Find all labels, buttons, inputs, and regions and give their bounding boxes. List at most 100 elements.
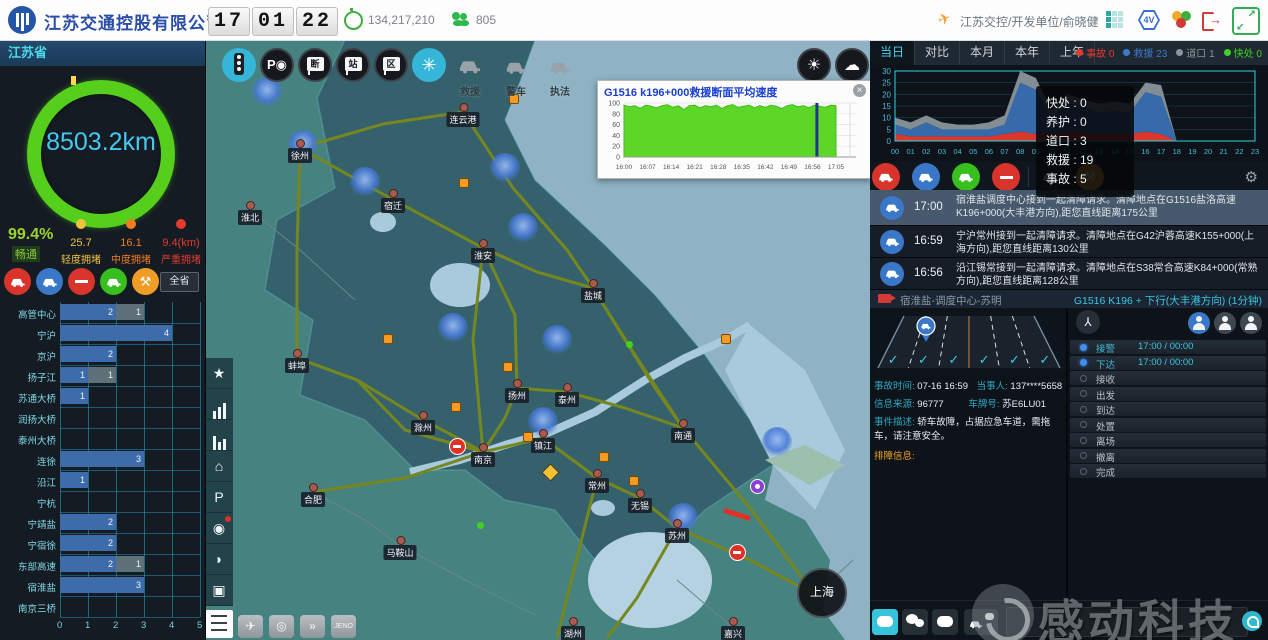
warning-event-icon[interactable] [459, 178, 469, 188]
camera-event-icon[interactable] [750, 479, 765, 494]
popup-close-icon[interactable]: × [853, 84, 866, 97]
legend-item[interactable]: 事故 0 [1076, 45, 1114, 60]
closure-event-icon[interactable] [449, 438, 466, 455]
traffic-light-tool-icon[interactable] [222, 48, 256, 82]
message-icon[interactable]: ✈ [935, 8, 953, 29]
parking-camera-tool-icon[interactable]: P◉ [260, 48, 294, 82]
enforcement-vehicle-icon[interactable]: 执法 [545, 56, 575, 98]
table-row[interactable]: 泰州大桥 [0, 428, 205, 449]
legend-item[interactable]: 救援 23 [1123, 45, 1167, 60]
cluster-icon[interactable] [508, 213, 538, 243]
user-breadcrumb[interactable]: 江苏交控/开发单位/俞晓健 [960, 13, 1099, 30]
table-row[interactable]: 宿淮盐3 [0, 575, 205, 596]
cluster-icon[interactable] [490, 153, 520, 183]
city-marker[interactable]: 湖州 [561, 626, 585, 640]
video-tool-icon[interactable]: ▣ [205, 575, 233, 606]
accident-type-icon[interactable] [872, 163, 900, 191]
4v-badge-icon[interactable]: 4V [1138, 10, 1160, 30]
chat-bubble-icon[interactable] [872, 609, 898, 635]
timeline-step[interactable]: 离场 [1070, 433, 1266, 447]
filter-rescue-icon[interactable] [36, 268, 63, 295]
open-event-icon[interactable] [626, 341, 633, 348]
city-marker[interactable]: 镇江 [531, 438, 555, 453]
closure-event-icon[interactable] [729, 544, 746, 561]
timeline-step[interactable]: 接警17:00 / 00:00 [1070, 340, 1266, 354]
pin-app-icon[interactable]: ◎ [269, 615, 294, 638]
send-button[interactable] [1242, 611, 1262, 631]
all-province-button[interactable]: 全省 [160, 272, 199, 292]
table-row[interactable]: 东部高速21 [0, 554, 205, 575]
station-sign-tool-icon[interactable]: 站 [336, 48, 370, 82]
warning-event-icon[interactable] [383, 334, 393, 344]
cluster-tool-icon[interactable]: ✳ [412, 48, 446, 82]
stats-tool-icon[interactable] [205, 389, 233, 420]
city-marker[interactable]: 淮安 [471, 248, 495, 263]
city-marker[interactable]: 南通 [671, 428, 695, 443]
settings-gear-icon[interactable]: ⚙ [1245, 168, 1258, 186]
city-marker[interactable]: 连云港 [446, 112, 479, 127]
cluster-icon[interactable] [762, 427, 792, 457]
city-marker[interactable]: 苏州 [665, 528, 689, 543]
table-row[interactable]: 高管中心21 [0, 302, 205, 323]
table-row[interactable]: 连徐3 [0, 449, 205, 470]
apps-grid-icon[interactable] [1106, 11, 1124, 29]
tab-对比[interactable]: 对比 [915, 40, 960, 65]
shanghai-marker[interactable]: 上海 [797, 568, 847, 618]
wechat-icon[interactable] [902, 609, 928, 635]
legend-item[interactable]: 快处 0 [1224, 45, 1262, 60]
map-canvas[interactable]: P◉ 断 站 区 ✳ 救援 警车 执法 ☀ ☁ G1516 k196+000救援… [205, 40, 870, 640]
open-event-icon[interactable] [477, 522, 484, 529]
rescue-vehicle-icon[interactable]: 救援 [453, 54, 487, 98]
warning-event-icon[interactable] [523, 432, 533, 442]
timeline-step[interactable]: 撤离 [1070, 449, 1266, 463]
logout-icon[interactable]: → [1202, 11, 1220, 29]
area-sign-tool-icon[interactable]: 区 [374, 48, 408, 82]
cluster-icon[interactable] [350, 167, 380, 197]
table-row[interactable]: 宁宿徐2 [0, 533, 205, 554]
table-row[interactable]: 南京三桥 [0, 596, 205, 617]
timeline-step[interactable]: 到达 [1070, 402, 1266, 416]
warning-event-icon[interactable] [721, 334, 731, 344]
theme-palette-icon[interactable] [1172, 11, 1192, 29]
city-marker[interactable]: 盐城 [581, 288, 605, 303]
table-row[interactable]: 宁靖盐2 [0, 512, 205, 533]
city-marker[interactable]: 淮北 [238, 210, 262, 225]
weather-tool-icon[interactable]: ☀ [797, 48, 831, 82]
timeline-step[interactable]: 出发 [1070, 387, 1266, 401]
rescue-type-icon[interactable] [912, 163, 940, 191]
tab-本月[interactable]: 本月 [960, 40, 1005, 65]
filter-accident-icon[interactable] [4, 268, 31, 295]
timeline-step[interactable]: 下达17:00 / 00:00 [1070, 356, 1266, 370]
table-row[interactable]: 苏通大桥1 [0, 386, 205, 407]
table-row[interactable]: 润扬大桥 [0, 407, 205, 428]
quickclear-type-icon[interactable] [952, 163, 980, 191]
city-marker[interactable]: 无锡 [628, 498, 652, 513]
map-menu-button[interactable] [205, 610, 233, 638]
city-marker[interactable]: 宿迁 [381, 198, 405, 213]
filter-construction-icon[interactable]: ⚒ [132, 268, 159, 295]
table-row[interactable]: 沿江1 [0, 470, 205, 491]
fullscreen-icon[interactable]: ↗↙ [1232, 7, 1260, 35]
warning-event-icon[interactable] [629, 476, 639, 486]
legend-item[interactable]: 道口 1 [1176, 45, 1214, 60]
tab-本年[interactable]: 本年 [1005, 40, 1050, 65]
worker-person-icon[interactable] [1240, 312, 1262, 334]
section-sign-tool-icon[interactable]: 断 [298, 48, 332, 82]
warning-event-icon[interactable] [599, 452, 609, 462]
forward-app-icon[interactable]: » [300, 615, 325, 638]
jeno-app-icon[interactable]: JENO [331, 615, 356, 638]
cluster-icon[interactable] [542, 325, 572, 355]
city-marker[interactable]: 马鞍山 [383, 545, 416, 560]
city-marker[interactable]: 合肥 [301, 492, 325, 507]
cluster-icon[interactable] [438, 313, 468, 343]
police-vehicle-icon[interactable]: 警车 [501, 56, 531, 98]
timeline-step[interactable]: 处置 [1070, 418, 1266, 432]
event-list-item[interactable]: 16:56沿江锡常接到一起清障请求。清障地点在S38常合高速K84+000(常熟… [870, 258, 1268, 290]
junction-icon[interactable]: ⅄ [1076, 310, 1100, 334]
moon-tool-icon[interactable]: ◗ [205, 544, 233, 575]
city-marker[interactable]: 蚌埠 [285, 358, 309, 373]
star-tool-icon[interactable]: ★ [205, 358, 233, 389]
city-marker[interactable]: 嘉兴 [721, 626, 745, 640]
warning-event-icon[interactable] [451, 402, 461, 412]
city-marker[interactable]: 徐州 [288, 148, 312, 163]
